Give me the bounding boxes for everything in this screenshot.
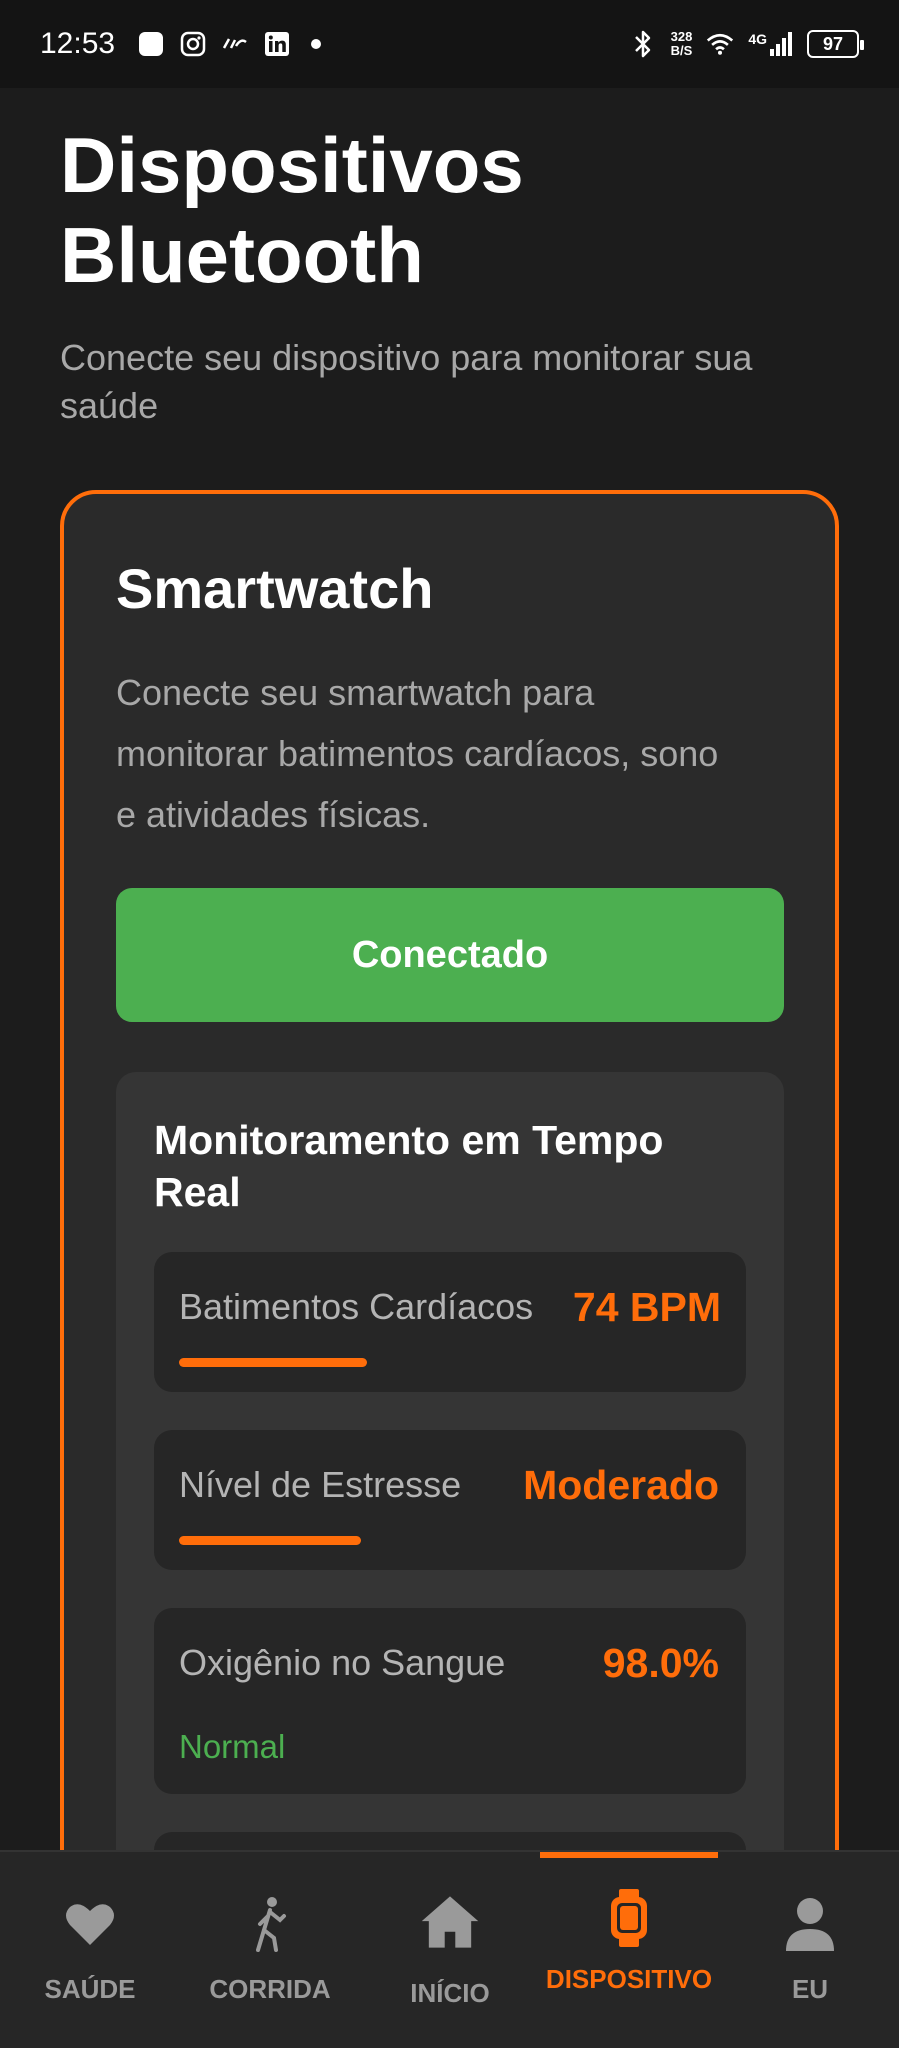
connect-button[interactable]: Conectado xyxy=(116,888,784,1022)
nav-item-corrida[interactable]: CORRIDA xyxy=(190,1852,350,2048)
bluetooth-icon xyxy=(629,30,657,58)
card-description: Conecte seu smartwatch para monitorar ba… xyxy=(116,672,719,835)
home-icon xyxy=(420,1892,480,1952)
monitor-title: Monitoramento em Tempo Real xyxy=(154,1117,664,1215)
card-title: Smartwatch xyxy=(116,557,434,620)
bottom-nav: SAÚDE CORRIDA INÍCIO DISPOSITIVO EU xyxy=(0,1850,899,2048)
network-type: 4G xyxy=(748,31,767,47)
status-time: 12:53 xyxy=(40,27,116,60)
more-notifications-dot xyxy=(311,39,322,49)
status-left: 12:53 xyxy=(40,27,322,61)
metric-blood-oxygen: Oxigênio no Sangue 98.0% Normal xyxy=(154,1608,746,1794)
nav-item-saude[interactable]: SAÚDE xyxy=(20,1852,160,2048)
page-subtitle: Conecte seu dispositivo para monitorar s… xyxy=(60,337,753,426)
nav-label: CORRIDA xyxy=(209,1974,331,2004)
net-speed: 328 B/S xyxy=(671,30,693,58)
heart-rate-bar xyxy=(179,1358,367,1367)
person-icon xyxy=(780,1894,840,1954)
smartwatch-card: Smartwatch Conecte seu smartwatch para m… xyxy=(60,490,839,2048)
status-bar: 12:53 328 B/S 4G 97 xyxy=(0,0,899,88)
signal-bars-icon xyxy=(770,32,792,56)
app-notification-icon xyxy=(137,30,165,58)
status-right: 328 B/S 4G 97 xyxy=(629,30,864,58)
battery-level: 97 xyxy=(822,33,844,54)
walking-icon xyxy=(240,1894,300,1954)
nav-label: INÍCIO xyxy=(410,1978,490,2008)
page-title: Dispositivos Bluetooth xyxy=(60,121,524,299)
metric-status: Normal xyxy=(179,1728,286,1765)
ifood-icon xyxy=(221,30,249,58)
battery-icon: 97 xyxy=(807,30,864,58)
net-speed-value: 328 xyxy=(670,29,693,44)
metric-value: Moderado xyxy=(523,1462,719,1508)
metric-value: 74 BPM xyxy=(572,1284,721,1330)
metric-label: Oxigênio no Sangue xyxy=(179,1642,506,1683)
stress-level-bar xyxy=(179,1536,361,1545)
nav-label: EU xyxy=(791,1974,829,2004)
metric-label: Nível de Estresse xyxy=(179,1464,462,1505)
heart-icon xyxy=(60,1894,120,1954)
linkedin-icon xyxy=(263,30,291,58)
nav-item-dispositivo[interactable]: DISPOSITIVO xyxy=(540,1852,718,2048)
metric-value: 98.0% xyxy=(602,1640,719,1686)
nav-label: DISPOSITIVO xyxy=(545,1964,713,1994)
wifi-icon xyxy=(706,30,734,58)
cell-signal: 4G xyxy=(748,31,793,57)
metric-stress-level: Nível de Estresse Moderado xyxy=(154,1430,746,1570)
nav-label: SAÚDE xyxy=(44,1974,136,2004)
net-speed-unit: B/S xyxy=(670,43,693,58)
metric-label: Batimentos Cardíacos xyxy=(179,1286,534,1327)
instagram-icon xyxy=(179,30,207,58)
watch-icon xyxy=(599,1888,659,1948)
nav-item-inicio[interactable]: INÍCIO xyxy=(380,1852,520,2048)
metric-heart-rate: Batimentos Cardíacos 74 BPM xyxy=(154,1252,746,1392)
nav-item-eu[interactable]: EU xyxy=(760,1852,860,2048)
